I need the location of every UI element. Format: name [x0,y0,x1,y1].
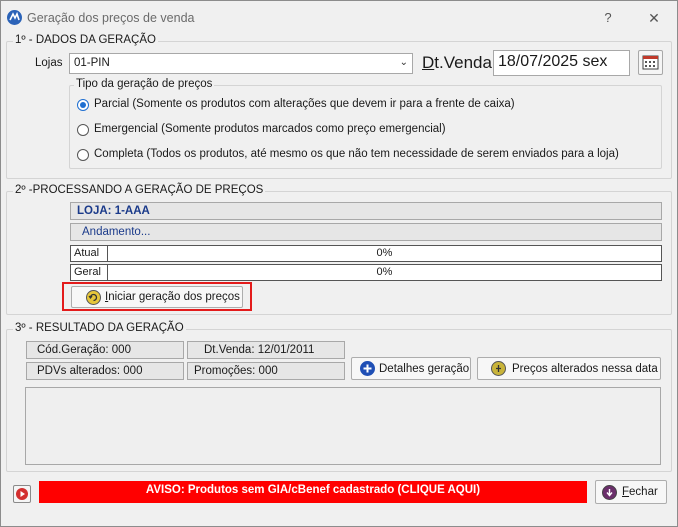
radio-completa-label: Completa (Todos os produtos, até mesmo o… [94,148,619,160]
promocoes-box: Promoções: 000 [187,362,345,380]
detalhes-geracao-label: Detalhes geração [379,363,470,375]
dt-venda-box: Dt.Venda: 12/01/2011 [187,341,345,359]
radio-completa-indicator[interactable] [77,149,89,161]
fechar-label: Fechar [622,486,658,498]
pdvs-alterados-text: PDVs alterados: 000 [37,365,143,377]
detalhes-geracao-button[interactable]: Detalhes geração [351,357,471,380]
app-logo-icon [7,10,22,25]
progress-geral-bar: 0% [107,264,662,281]
help-button[interactable]: ? [595,7,621,29]
calendar-button[interactable] [638,50,663,75]
section-1-title: 1º - DADOS DA GERAÇÃO [13,34,158,46]
andamento-panel: Andamento... [70,223,662,241]
plus-circle-icon [360,361,375,376]
loja-status-text: LOJA: 1-AAA [77,205,150,217]
calendar-icon [642,55,659,70]
section-3-title: 3º - RESULTADO DA GERAÇÃO [13,322,186,334]
highlight-outline [62,282,252,311]
precos-alterados-button[interactable]: Preços alterados nessa data [477,357,661,380]
play-button[interactable] [13,485,31,503]
resultado-memo[interactable] [25,387,661,465]
pdvs-alterados-box: PDVs alterados: 000 [26,362,184,380]
lojas-value: 01-PIN [74,57,110,69]
lojas-combobox[interactable]: 01-PIN ⌄ [69,53,413,74]
title-bar: Geração dos preços de venda ? ✕ [1,1,677,35]
dt-venda-text: Dt.Venda: 12/01/2011 [204,344,315,356]
progress-atual-label: Atual [70,245,108,262]
main-window: Geração dos preços de venda ? ✕ 1º - DAD… [0,0,678,527]
arrow-down-circle-icon [602,485,617,500]
progress-atual-percent: 0% [376,247,393,259]
progress-geral-label: Geral [70,264,108,281]
radio-parcial-indicator[interactable] [77,99,89,111]
radio-emergencial-indicator[interactable] [77,124,89,136]
loja-status-panel: LOJA: 1-AAA [70,202,662,220]
progress-geral: Geral 0% [70,264,662,281]
window-title: Geração dos preços de venda [27,11,195,25]
section-2-title: 2º -PROCESSANDO A GERAÇÃO DE PREÇOS [13,184,266,196]
radio-emergencial-label: Emergencial (Somente produtos marcados c… [94,123,446,135]
lojas-label: Lojas [35,57,63,69]
close-window-button[interactable]: ✕ [639,7,669,29]
dtvenda-label: Dt.Venda [422,53,492,72]
fechar-button[interactable]: Fechar [595,480,667,504]
cod-geracao-box: Cód.Geração: 000 [26,341,184,359]
dtvenda-input[interactable]: 18/07/2025 sex [493,50,630,76]
chevron-down-icon: ⌄ [399,57,408,68]
promocoes-text: Promoções: 000 [194,365,278,377]
cod-geracao-text: Cód.Geração: 000 [37,344,131,356]
tipo-geracao-title: Tipo da geração de preços [74,78,215,90]
aviso-gia-banner[interactable]: AVISO: Produtos sem GIA/cBenef cadastrad… [39,481,587,503]
radio-parcial-label: Parcial (Somente os produtos com alteraç… [94,98,515,110]
play-icon [16,488,28,500]
progress-atual: Atual 0% [70,245,662,262]
andamento-text: Andamento... [82,226,151,238]
price-tag-icon [491,361,506,376]
progress-atual-bar: 0% [107,245,662,262]
precos-alterados-label: Preços alterados nessa data [512,363,658,375]
progress-geral-percent: 0% [376,266,393,278]
aviso-gia-text[interactable]: AVISO: Produtos sem GIA/cBenef cadastrad… [39,484,587,496]
